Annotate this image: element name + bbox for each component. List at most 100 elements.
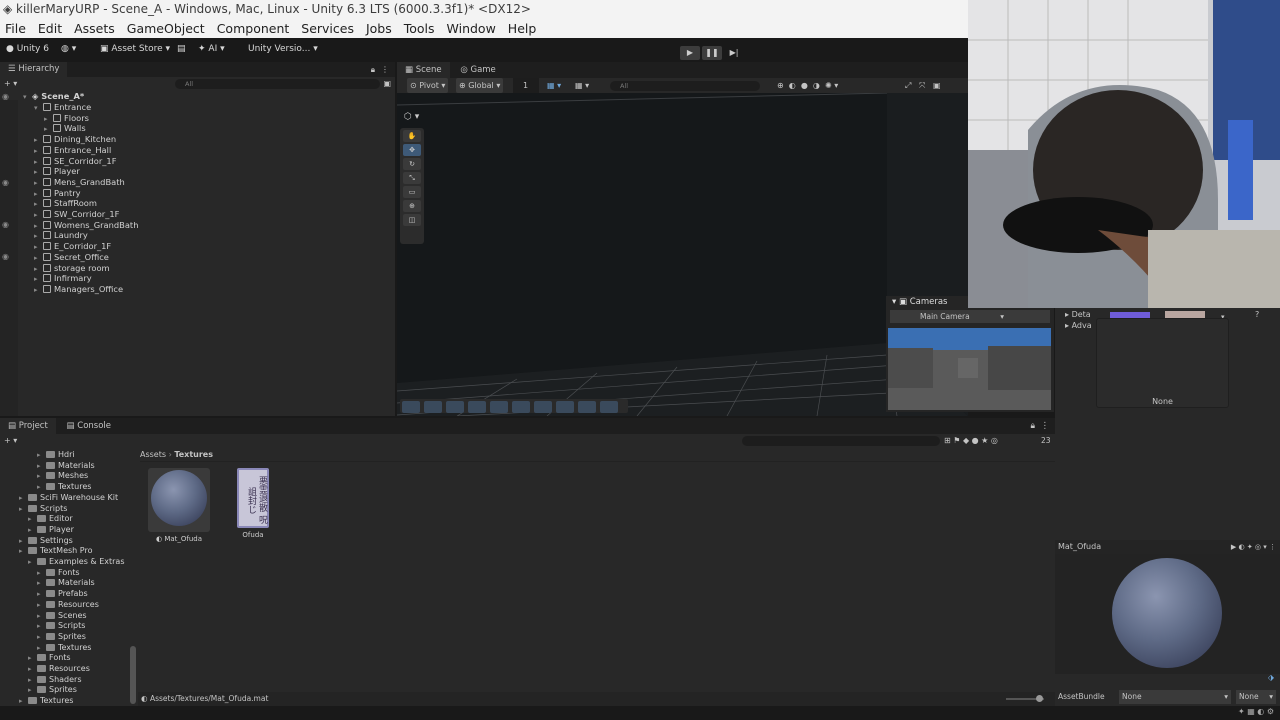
menu-help[interactable]: Help	[508, 21, 537, 36]
ai-button[interactable]: ✦ AI ▾	[198, 38, 225, 60]
more-icon[interactable]: ⋮	[1041, 418, 1050, 434]
project-tree-item[interactable]: ▸ Sprites	[37, 632, 86, 643]
breadcrumb-assets[interactable]: Assets	[140, 450, 166, 459]
chevron-right-icon[interactable]: ▸	[37, 600, 46, 611]
project-tree-item[interactable]: ▸ Materials	[37, 461, 95, 472]
project-tree-item[interactable]: ▸ Resources	[37, 600, 99, 611]
hierarchy-search-input[interactable]: All	[175, 79, 380, 89]
chevron-right-icon[interactable]: ▸	[37, 621, 46, 632]
project-tree-item[interactable]: ▸ Textures	[37, 482, 91, 493]
chevron-right-icon[interactable]: ▸	[37, 450, 46, 461]
snap-icon[interactable]: ▦ ▾	[575, 78, 589, 93]
visibility-eye-icon[interactable]: ◉	[2, 220, 9, 229]
menu-file[interactable]: File	[5, 21, 26, 36]
menu-jobs[interactable]: Jobs	[366, 21, 392, 36]
project-tree-item[interactable]: ▸ Fonts	[37, 568, 80, 579]
project-tree-item[interactable]: ▸ TextMesh Pro	[19, 546, 92, 557]
project-tree-item[interactable]: ▸ Player	[28, 525, 74, 536]
overlay-tool-icon[interactable]	[556, 401, 574, 413]
project-tree-item[interactable]: ▸ Hdri	[37, 450, 75, 461]
chevron-right-icon[interactable]: ▸	[28, 557, 37, 568]
inspector-row-details[interactable]: ▸ Deta	[1065, 309, 1092, 320]
overlay-tool-icon[interactable]	[424, 401, 442, 413]
asset-store-button[interactable]: ▣ Asset Store ▾	[100, 38, 170, 60]
variant-dropdown[interactable]: None ▾	[1236, 690, 1276, 704]
chevron-right-icon[interactable]: ▸	[28, 664, 37, 675]
project-tree-item[interactable]: ▸ Textures	[19, 696, 73, 706]
chevron-right-icon[interactable]: ▸	[37, 471, 46, 482]
chevron-right-icon[interactable]: ▸	[19, 536, 28, 547]
play-icon[interactable]: ▶	[680, 46, 700, 60]
lock-icon[interactable]: 🔒︎	[1030, 418, 1035, 434]
chevron-right-icon[interactable]: ▸	[37, 589, 46, 600]
chevron-right-icon[interactable]: ▸	[19, 504, 28, 515]
chevron-right-icon[interactable]: ▸	[28, 653, 37, 664]
menu-component[interactable]: Component	[217, 21, 290, 36]
pause-icon[interactable]: ❚❚	[702, 46, 722, 60]
scale-tool-icon[interactable]: ⤡	[403, 172, 421, 184]
lock-icon[interactable]: 🔒︎	[371, 62, 375, 77]
asset-mat-ofuda[interactable]: ◐ Mat_Ofuda	[148, 468, 210, 543]
chevron-right-icon[interactable]: ▸	[28, 525, 37, 536]
project-search-input[interactable]	[742, 436, 940, 446]
chevron-right-icon[interactable]: ▸	[37, 632, 46, 643]
visibility-eye-icon[interactable]: ◉	[2, 92, 9, 101]
project-tree-item[interactable]: ▸ Scripts	[37, 621, 85, 632]
grid-icon[interactable]: ▦ ▾	[547, 78, 561, 93]
project-tree-item[interactable]: ▸ Fonts	[28, 653, 71, 664]
slider-handle[interactable]	[1036, 695, 1043, 702]
hand-tool-icon[interactable]: ✋	[403, 130, 421, 142]
project-tree-item[interactable]: ▸ SciFi Warehouse Kit	[19, 493, 118, 504]
project-filter-icons[interactable]: ⊞ ⚑ ◆ ● ★ ◎	[944, 434, 998, 448]
assetbundle-dropdown[interactable]: None ▾	[1119, 690, 1231, 704]
label-tag-icon[interactable]: ⬗	[1268, 673, 1274, 682]
inspector-row-advanced[interactable]: ▸ Adva	[1065, 320, 1092, 331]
chevron-right-icon[interactable]: ▸	[34, 285, 43, 296]
tab-game[interactable]: ◎ Game	[452, 62, 503, 78]
material-preview[interactable]: ⬗	[1055, 554, 1280, 682]
overlay-tool-icon[interactable]	[402, 401, 420, 413]
tab-project[interactable]: ▤ Project	[0, 418, 56, 434]
overlay-tool-icon[interactable]	[468, 401, 486, 413]
overlay-tool-icon[interactable]	[490, 401, 508, 413]
step-icon[interactable]: ▶|	[724, 46, 744, 60]
status-icons[interactable]: ✦ ▦ ◐ ⚙	[1238, 707, 1274, 716]
tab-hierarchy[interactable]: ☰ Hierarchy	[0, 62, 68, 77]
preview-controls-icons[interactable]: ▶ ◐ ✦ ◎ ▾ ⋮	[1231, 540, 1276, 554]
chevron-right-icon[interactable]: ▸	[37, 643, 46, 654]
menu-edit[interactable]: Edit	[38, 21, 62, 36]
project-tree-item[interactable]: ▸ Prefabs	[37, 589, 88, 600]
scene-root[interactable]: ▾ ◈ Scene_A*	[23, 91, 84, 103]
project-tree-item[interactable]: ▸ Scripts	[19, 504, 67, 515]
custom-tool-icon[interactable]: ◫	[403, 214, 421, 226]
chevron-right-icon[interactable]: ▸	[37, 482, 46, 493]
chevron-right-icon[interactable]: ▸	[28, 514, 37, 525]
scene-settings-icon[interactable]: ▣	[383, 77, 391, 91]
overlay-tool-icon[interactable]	[534, 401, 552, 413]
overlay-tool-icon[interactable]	[578, 401, 596, 413]
project-tree-item[interactable]: ▸ Settings	[19, 536, 73, 547]
project-tree-item[interactable]: ▸ Materials	[37, 578, 95, 589]
chevron-right-icon[interactable]: ▸	[37, 611, 46, 622]
chevron-right-icon[interactable]: ▸	[28, 685, 37, 696]
breadcrumb-textures[interactable]: Textures	[174, 450, 213, 459]
asset-ofuda[interactable]: 悪霊退散 呪詛封じ Ofuda	[222, 468, 284, 539]
overlay-tool-icon[interactable]	[512, 401, 530, 413]
chevron-right-icon[interactable]: ▸	[19, 696, 28, 706]
chevron-right-icon[interactable]: ▸	[19, 493, 28, 504]
grid-snap-field[interactable]: 1	[513, 78, 539, 93]
version-control-button[interactable]: Unity Versio... ▾	[248, 38, 318, 60]
visibility-eye-icon[interactable]: ◉	[2, 252, 9, 261]
add-icon[interactable]: + ▾	[4, 77, 17, 91]
scene-search-input[interactable]: All	[610, 81, 760, 91]
tree-scrollbar[interactable]	[130, 646, 136, 704]
menu-services[interactable]: Services	[301, 21, 354, 36]
transform-tool-icon[interactable]: ⊕	[403, 200, 421, 212]
project-tree-item[interactable]: ▸ Meshes	[37, 471, 88, 482]
hierarchy-item[interactable]: ▸ Managers_Office	[34, 284, 123, 296]
global-dropdown[interactable]: ⊕ Global ▾	[456, 78, 504, 93]
project-tree-item[interactable]: ▸ Scenes	[37, 611, 87, 622]
gizmo-icons[interactable]: ⤢ ⤧ ▣	[905, 78, 941, 93]
visibility-eye-icon[interactable]: ◉	[2, 178, 9, 187]
shading-icons[interactable]: ⊕ ◐ ● ◑ ✺ ▾	[777, 78, 838, 93]
